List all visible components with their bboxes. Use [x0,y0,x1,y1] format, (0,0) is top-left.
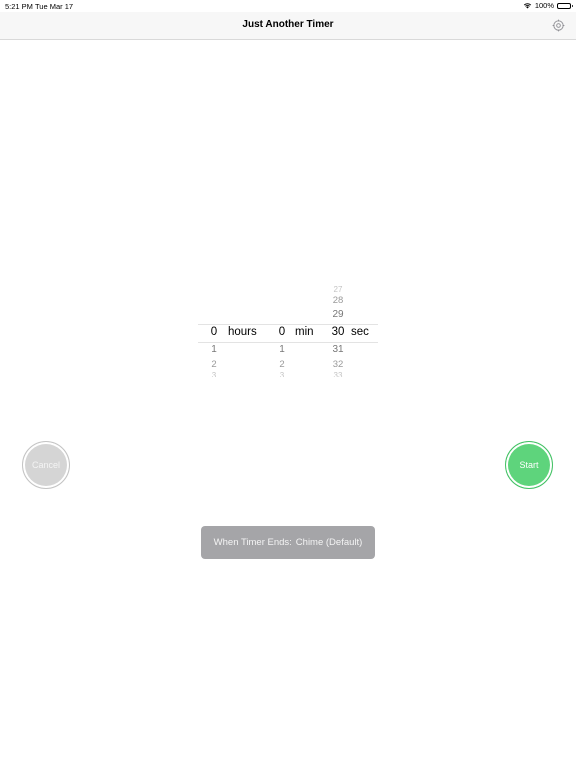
status-date: Tue Mar 17 [35,2,74,11]
picker-selection-bottom-line [198,342,378,343]
wifi-icon [523,3,531,9]
minutes-value: 0 [278,326,286,338]
hours-option[interactable]: 1 [206,344,222,355]
hours-option[interactable]: 3 [206,371,222,377]
timer-end-value: Chime (Default) [295,537,363,548]
gear-icon[interactable] [552,19,565,32]
seconds-option[interactable]: 33 [330,371,346,377]
minutes-option[interactable]: 1 [274,344,290,355]
battery-icon [557,2,573,9]
start-button[interactable]: Start [505,441,553,489]
minutes-option[interactable]: 3 [274,371,290,377]
page-title: Just Another Timer [242,19,334,30]
picker-selection-top-line [198,324,378,325]
status-indicators: 100% [523,1,573,10]
status-time: 5:21 PM [5,2,33,11]
cancel-button[interactable]: Cancel [22,441,70,489]
minutes-unit: min [295,326,314,338]
timer-end-sound-button[interactable]: When Timer Ends: Chime (Default) [201,526,375,559]
minutes-option[interactable]: 2 [274,359,290,370]
timer-end-label: When Timer Ends: [213,537,292,548]
duration-picker[interactable]: 0 hours 1 2 3 0 min 1 2 3 27 28 29 30 se… [198,280,378,385]
seconds-unit: sec [351,326,369,338]
seconds-option[interactable]: 32 [330,359,346,370]
seconds-option[interactable]: 28 [330,295,346,306]
seconds-option[interactable]: 29 [330,309,346,320]
hours-option[interactable]: 2 [206,359,222,370]
seconds-option[interactable]: 27 [330,285,346,292]
hours-unit: hours [228,326,257,338]
hours-value: 0 [210,326,218,338]
nav-bar: Just Another Timer [0,12,576,40]
status-bar: 5:21 PM Tue Mar 17 100% [0,0,576,12]
seconds-option[interactable]: 31 [330,344,346,355]
seconds-value: 30 [331,326,345,338]
battery-percent: 100% [534,1,554,10]
